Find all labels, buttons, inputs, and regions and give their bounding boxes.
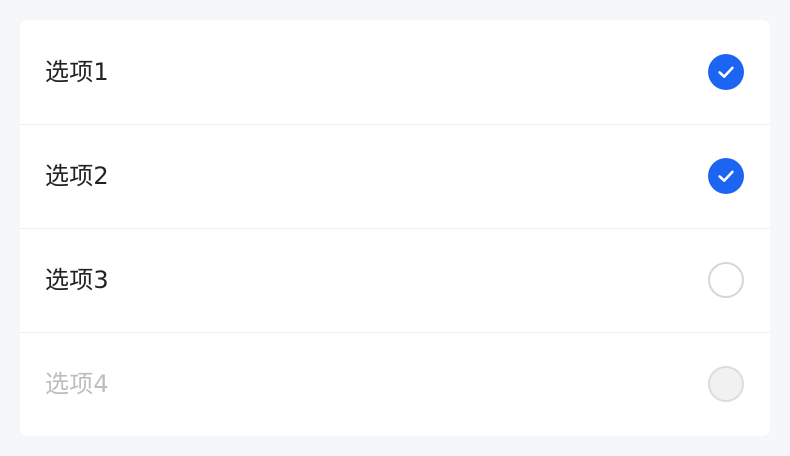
option-row-2[interactable]: 选项2 <box>20 124 770 228</box>
option-row-1[interactable]: 选项1 <box>20 20 770 124</box>
option-checkbox-4 <box>708 366 744 402</box>
option-label-1: 选项1 <box>45 58 109 86</box>
check-icon <box>718 66 734 78</box>
option-label-2: 选项2 <box>45 162 109 190</box>
option-checkbox-3[interactable] <box>708 262 744 298</box>
option-row-4: 选项4 <box>20 332 770 436</box>
check-icon <box>718 170 734 182</box>
option-checkbox-1[interactable] <box>708 54 744 90</box>
option-label-4: 选项4 <box>45 370 109 398</box>
option-label-3: 选项3 <box>45 266 109 294</box>
option-checkbox-2[interactable] <box>708 158 744 194</box>
checkbox-group: 选项1 选项2 选项3 选项4 <box>20 20 770 436</box>
option-row-3[interactable]: 选项3 <box>20 228 770 332</box>
